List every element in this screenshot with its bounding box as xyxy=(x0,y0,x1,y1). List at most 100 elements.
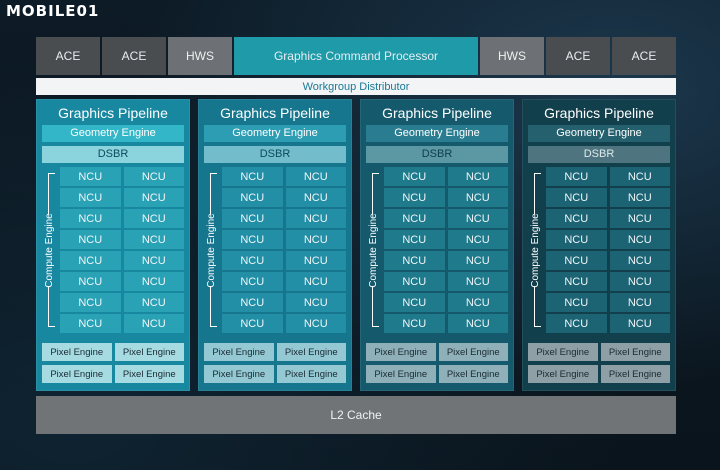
dsbr-block: DSBR xyxy=(42,146,184,163)
ncu-block: NCU xyxy=(546,314,607,333)
ncu-block: NCU xyxy=(384,272,445,291)
compute-engine: Compute Engine NCU NCU NCU NCU NCU NCU NCU NCU NC… xyxy=(366,167,508,337)
pixel-engine: Pixel Engine xyxy=(600,343,670,361)
ncu-block: NCU xyxy=(546,293,607,312)
ncu-block: NCU xyxy=(546,272,607,291)
hws-block-1: HWS xyxy=(168,37,232,75)
ncu-block: NCU xyxy=(546,188,607,207)
pixel-engines: Pixel Engine Pixel Engine Pixel Engine Pixe… xyxy=(42,343,184,383)
ncu-block: NCU xyxy=(285,314,346,333)
pixel-engine: Pixel Engine xyxy=(204,365,274,383)
ncu-block: NCU xyxy=(222,167,283,186)
ncu-block: NCU xyxy=(123,251,184,270)
ncu-block: NCU xyxy=(609,293,670,312)
pipeline-title: Graphics Pipeline xyxy=(382,105,492,121)
pixel-engines: Pixel Engine Pixel Engine Pixel Engine Pixe… xyxy=(528,343,670,383)
ncu-block: NCU xyxy=(285,251,346,270)
ncu-block: NCU xyxy=(447,230,508,249)
pixel-engine: Pixel Engine xyxy=(204,343,274,361)
pixel-engine: Pixel Engine xyxy=(276,365,346,383)
ncu-block: NCU xyxy=(384,293,445,312)
ncu-block: NCU xyxy=(60,272,121,291)
ncu-block: NCU xyxy=(609,230,670,249)
compute-engine: Compute Engine NCU NCU NCU NCU NCU NCU NCU NCU NC… xyxy=(204,167,346,337)
hws-block-2: HWS xyxy=(480,37,544,75)
compute-engine: Compute Engine NCU NCU NCU NCU NCU NCU NCU NCU NC… xyxy=(42,167,184,337)
ncu-block: NCU xyxy=(447,188,508,207)
ncu-block: NCU xyxy=(384,209,445,228)
ncu-block: NCU xyxy=(222,209,283,228)
ncu-block: NCU xyxy=(609,272,670,291)
ncu-block: NCU xyxy=(384,188,445,207)
ace-block-3: ACE xyxy=(546,37,610,75)
ncu-block: NCU xyxy=(123,230,184,249)
ncu-grid: NCU NCU NCU NCU NCU NCU NCU NCU NCU NCU NCU NCU NCU N… xyxy=(384,167,508,333)
dsbr-block: DSBR xyxy=(528,146,670,163)
geometry-engine: Geometry Engine xyxy=(366,125,508,142)
ncu-block: NCU xyxy=(546,251,607,270)
graphics-pipeline-3: Graphics Pipeline Geometry Engine DSBR Comp… xyxy=(360,99,514,391)
watermark-logo: MOBILE01 xyxy=(6,2,100,20)
pixel-engine: Pixel Engine xyxy=(438,365,508,383)
workgroup-distributor: Workgroup Distributor xyxy=(36,78,676,95)
ncu-block: NCU xyxy=(384,230,445,249)
ncu-block: NCU xyxy=(609,314,670,333)
ncu-block: NCU xyxy=(123,188,184,207)
command-row: ACE ACE HWS Graphics Command Processor H… xyxy=(36,37,676,75)
ncu-grid: NCU NCU NCU NCU NCU NCU NCU NCU NCU NCU NCU NCU NCU N… xyxy=(222,167,346,333)
pixel-engine: Pixel Engine xyxy=(42,343,112,361)
compute-engine-label: Compute Engine xyxy=(367,212,379,288)
ncu-block: NCU xyxy=(285,230,346,249)
ncu-block: NCU xyxy=(546,209,607,228)
ncu-block: NCU xyxy=(285,167,346,186)
ncu-block: NCU xyxy=(285,293,346,312)
pixel-engine: Pixel Engine xyxy=(528,343,598,361)
ncu-block: NCU xyxy=(60,188,121,207)
graphics-pipelines: Graphics Pipeline Geometry Engine DSBR Comp… xyxy=(36,99,676,391)
pipeline-title: Graphics Pipeline xyxy=(544,105,654,121)
graphics-command-processor: Graphics Command Processor xyxy=(234,37,478,75)
ncu-block: NCU xyxy=(222,314,283,333)
ncu-block: NCU xyxy=(447,314,508,333)
dsbr-block: DSBR xyxy=(366,146,508,163)
pixel-engines: Pixel Engine Pixel Engine Pixel Engine Pixe… xyxy=(204,343,346,383)
compute-engine-label-wrap: Compute Engine xyxy=(364,167,382,333)
ncu-block: NCU xyxy=(123,293,184,312)
compute-engine-label: Compute Engine xyxy=(43,212,55,288)
ncu-block: NCU xyxy=(447,209,508,228)
pixel-engine: Pixel Engine xyxy=(114,343,184,361)
ncu-block: NCU xyxy=(123,167,184,186)
ncu-block: NCU xyxy=(384,314,445,333)
compute-engine-label-wrap: Compute Engine xyxy=(526,167,544,333)
ncu-block: NCU xyxy=(60,314,121,333)
ncu-block: NCU xyxy=(546,167,607,186)
pixel-engines: Pixel Engine Pixel Engine Pixel Engine Pixe… xyxy=(366,343,508,383)
ncu-block: NCU xyxy=(60,293,121,312)
ncu-block: NCU xyxy=(123,209,184,228)
ncu-block: NCU xyxy=(447,293,508,312)
pipeline-title: Graphics Pipeline xyxy=(220,105,330,121)
ncu-block: NCU xyxy=(609,167,670,186)
ncu-block: NCU xyxy=(447,251,508,270)
ncu-block: NCU xyxy=(609,209,670,228)
ncu-block: NCU xyxy=(285,272,346,291)
ncu-block: NCU xyxy=(285,188,346,207)
ace-block-2: ACE xyxy=(102,37,166,75)
pixel-engine: Pixel Engine xyxy=(600,365,670,383)
pixel-engine: Pixel Engine xyxy=(528,365,598,383)
ncu-block: NCU xyxy=(447,167,508,186)
ncu-block: NCU xyxy=(384,167,445,186)
ace-block-1: ACE xyxy=(36,37,100,75)
graphics-pipeline-1: Graphics Pipeline Geometry Engine DSBR Comp… xyxy=(36,99,190,391)
pipeline-title: Graphics Pipeline xyxy=(58,105,168,121)
ncu-block: NCU xyxy=(222,272,283,291)
compute-engine: Compute Engine NCU NCU NCU NCU NCU NCU NCU NCU NC… xyxy=(528,167,670,337)
dsbr-block: DSBR xyxy=(204,146,346,163)
ncu-block: NCU xyxy=(285,209,346,228)
ncu-block: NCU xyxy=(60,230,121,249)
ncu-block: NCU xyxy=(60,209,121,228)
ncu-block: NCU xyxy=(123,314,184,333)
geometry-engine: Geometry Engine xyxy=(204,125,346,142)
pixel-engine: Pixel Engine xyxy=(276,343,346,361)
compute-engine-label-wrap: Compute Engine xyxy=(40,167,58,333)
